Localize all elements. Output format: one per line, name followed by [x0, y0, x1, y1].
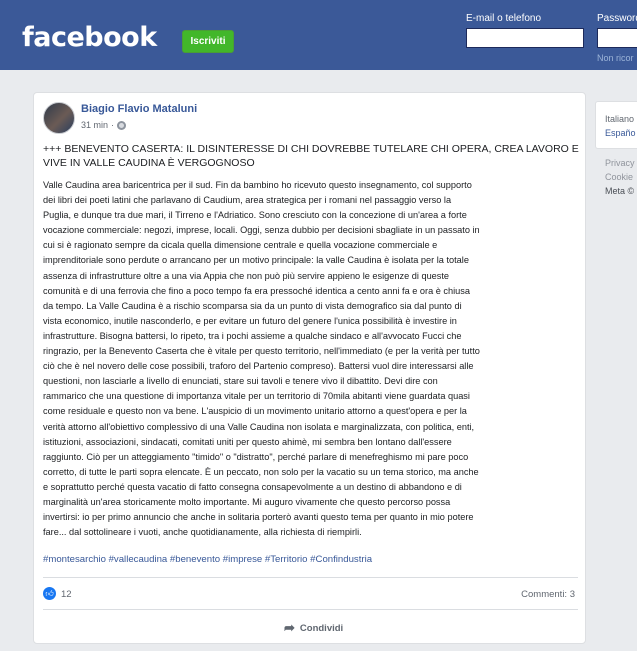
post-meta: 31 min ·	[81, 120, 127, 130]
password-label: Password	[597, 13, 637, 24]
facebook-logo[interactable]: facebook	[22, 22, 157, 53]
email-field[interactable]	[466, 28, 584, 48]
post-author[interactable]: Biagio Flavio Mataluni	[81, 103, 197, 115]
post-time[interactable]: 31 min	[81, 120, 108, 130]
post-card: Biagio Flavio Mataluni 31 min · +++ BENE…	[33, 92, 586, 644]
language-option[interactable]: Españo	[605, 128, 636, 138]
post-body: Valle Caudina area baricentrica per il s…	[43, 180, 480, 538]
comment-count[interactable]: Commenti: 3	[521, 589, 575, 600]
language-current: Italiano	[605, 114, 635, 124]
divider	[43, 609, 578, 610]
divider	[43, 577, 578, 578]
meta-separator: ·	[111, 120, 115, 130]
footer-cookie-link[interactable]: Cookie	[605, 172, 633, 182]
share-button[interactable]: ➦ Condividi	[284, 620, 343, 636]
post-hashtags[interactable]: #montesarchio #vallecaudina #benevento #…	[43, 554, 372, 565]
share-arrow-icon: ➦	[284, 620, 295, 635]
thumbs-up-icon[interactable]: 👍︎	[43, 587, 56, 600]
globe-icon	[117, 120, 127, 130]
email-label: E-mail o telefono	[466, 13, 542, 24]
avatar[interactable]	[43, 102, 75, 134]
post-headline: +++ BENEVENTO CASERTA: IL DISINTERESSE D…	[43, 143, 579, 169]
forgot-account-link[interactable]: Non ricor	[597, 53, 634, 63]
share-label: Condividi	[299, 622, 344, 634]
language-box: Italiano Españo	[595, 101, 637, 149]
password-field[interactable]	[597, 28, 637, 48]
footer-copyright: Meta ©	[605, 186, 635, 196]
like-count[interactable]: 12	[61, 589, 72, 600]
top-navbar: facebook Iscriviti E-mail o telefono Pas…	[0, 0, 637, 70]
footer-privacy-link[interactable]: Privacy	[605, 158, 635, 168]
signup-button[interactable]: Iscriviti	[182, 30, 234, 53]
